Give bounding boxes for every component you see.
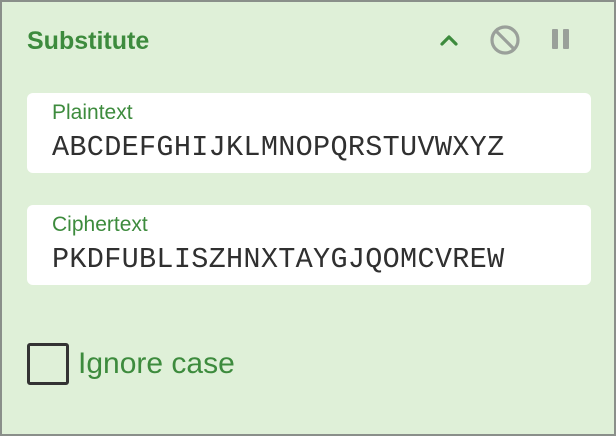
operation-title: Substitute [27,27,150,55]
pause-icon[interactable] [544,22,580,58]
ignore-case-checkbox[interactable] [27,343,69,385]
plaintext-input[interactable]: ABCDEFGHIJKLMNOPQRSTUVWXYZ [52,132,504,164]
ignore-case-label[interactable]: Ignore case [78,347,235,381]
plaintext-field[interactable]: Plaintext ABCDEFGHIJKLMNOPQRSTUVWXYZ [27,93,591,173]
substitute-operation-panel: Substitute Plaintext ABCDEFGHIJKLMNOPQRS… [0,0,616,436]
chevron-up-icon[interactable] [431,22,467,58]
disable-icon[interactable] [487,22,523,58]
ciphertext-label: Ciphertext [52,213,148,236]
plaintext-label: Plaintext [52,101,133,124]
ciphertext-input[interactable]: PKDFUBLISZHNXTAYGJQOMCVREW [52,244,504,276]
ciphertext-field[interactable]: Ciphertext PKDFUBLISZHNXTAYGJQOMCVREW [27,205,591,285]
